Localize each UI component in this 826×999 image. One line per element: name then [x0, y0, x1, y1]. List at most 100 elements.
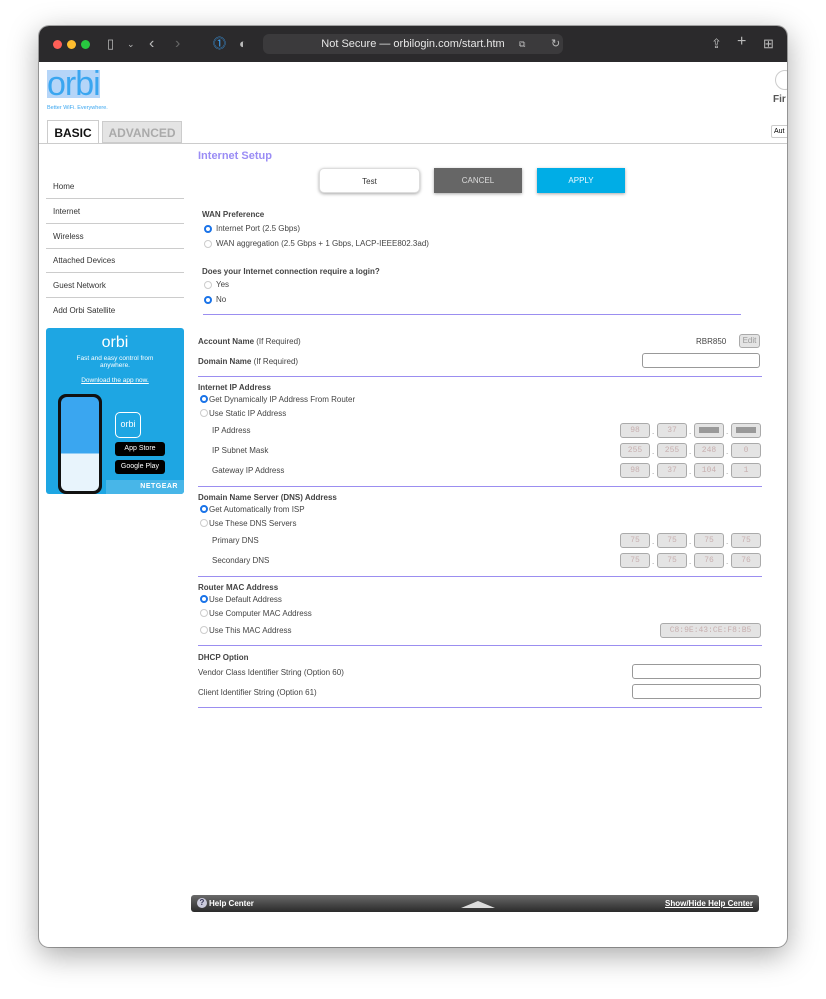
subnet-mask-octet[interactable]: 0	[731, 443, 761, 458]
octet-separator: .	[689, 467, 692, 476]
subnet-mask-octet[interactable]: 255	[620, 443, 650, 458]
close-window-button[interactable]	[53, 40, 62, 49]
sidebar-item-wireless[interactable]: Wireless	[46, 225, 184, 249]
sidebar-icon[interactable]: ▯	[107, 36, 114, 52]
orbi-app-icon: orbi	[115, 412, 141, 438]
apply-button[interactable]: APPLY	[537, 168, 625, 193]
internet-ip-title: Internet IP Address	[198, 383, 271, 392]
shield-icon[interactable]: ◐	[239, 36, 247, 52]
login-question: Does your Internet connection require a …	[202, 267, 380, 276]
secondary-dns-octet[interactable]: 75	[657, 553, 687, 568]
dns-auto-radio[interactable]	[200, 505, 208, 513]
octet-separator: .	[726, 537, 729, 546]
secondary-dns-octet[interactable]: 76	[694, 553, 724, 568]
wan-aggregation-radio[interactable]	[204, 240, 212, 248]
new-tab-icon[interactable]: +	[737, 34, 746, 50]
mac-address-input[interactable]: C8:9E:43:CE:F8:B5	[660, 623, 761, 638]
dns-auto-label: Get Automatically from ISP	[209, 505, 305, 514]
translate-icon[interactable]: ⧉	[519, 36, 525, 52]
sidebar-item-guest-network[interactable]: Guest Network	[46, 274, 184, 298]
subnet-mask-octet[interactable]: 248	[694, 443, 724, 458]
cancel-button[interactable]: CANCEL	[434, 168, 522, 193]
client-id-input[interactable]	[632, 684, 761, 699]
tab-advanced[interactable]: ADVANCED	[102, 121, 182, 143]
ip-dynamic-label: Get Dynamically IP Address From Router	[209, 395, 356, 404]
promo-text: Fast and easy control from anywhere.	[76, 355, 154, 369]
secondary-dns-octet[interactable]: 76	[731, 553, 761, 568]
ip-address-octet[interactable]: 37	[657, 423, 687, 438]
ip-dynamic-radio[interactable]	[200, 395, 208, 403]
password-manager-icon[interactable]: ⓵	[213, 36, 226, 52]
divider	[198, 576, 762, 577]
phone-image	[58, 394, 102, 494]
dns-manual-label: Use These DNS Servers	[209, 519, 297, 528]
expand-arrow-icon[interactable]	[461, 901, 495, 908]
divider	[198, 707, 762, 708]
ip-static-radio[interactable]	[200, 409, 208, 417]
secondary-dns-octet[interactable]: 75	[620, 553, 650, 568]
test-button[interactable]: Test	[319, 168, 420, 193]
login-yes-radio[interactable]	[204, 281, 212, 289]
octet-separator: .	[689, 427, 692, 436]
gateway-octet[interactable]: 37	[657, 463, 687, 478]
mac-computer-radio[interactable]	[200, 609, 208, 617]
header-divider	[39, 143, 787, 144]
back-icon[interactable]: ‹	[149, 36, 154, 52]
octet-separator: .	[689, 447, 692, 456]
sidebar-item-attached-devices[interactable]: Attached Devices	[46, 249, 184, 273]
tab-basic[interactable]: BASIC	[47, 120, 99, 144]
cut-off-button[interactable]: Aut	[771, 125, 787, 138]
minimize-window-button[interactable]	[67, 40, 76, 49]
maximize-window-button[interactable]	[81, 40, 90, 49]
forward-icon[interactable]: ›	[175, 36, 180, 52]
mac-default-label: Use Default Address	[209, 595, 282, 604]
tab-overview-icon[interactable]: ⊞	[763, 36, 774, 52]
gateway-octet[interactable]: 104	[694, 463, 724, 478]
wan-internet-port-radio[interactable]	[204, 225, 212, 233]
login-no-radio[interactable]	[204, 296, 212, 304]
vendor-class-input[interactable]	[632, 664, 761, 679]
primary-dns-octet[interactable]: 75	[694, 533, 724, 548]
app-promo-banner[interactable]: orbi Fast and easy control from anywhere…	[46, 328, 184, 494]
sidebar-item-home[interactable]: Home	[46, 175, 184, 199]
dhcp-title: DHCP Option	[198, 653, 249, 662]
dns-manual-radio[interactable]	[200, 519, 208, 527]
octet-separator: .	[652, 447, 655, 456]
share-icon[interactable]: ⇪	[711, 36, 722, 52]
tagline: Better WiFi. Everywhere.	[47, 105, 108, 111]
secondary-dns-label: Secondary DNS	[212, 556, 270, 565]
netgear-logo: NETGEAR	[106, 480, 184, 494]
mac-default-radio[interactable]	[200, 595, 208, 603]
toggle-help-center-link[interactable]: Show/Hide Help Center	[665, 899, 753, 908]
dns-title: Domain Name Server (DNS) Address	[198, 493, 337, 502]
reload-icon[interactable]: ↻	[551, 36, 560, 52]
primary-dns-octet[interactable]: 75	[731, 533, 761, 548]
gateway-octet[interactable]: 98	[620, 463, 650, 478]
toggle-knob[interactable]	[775, 70, 787, 90]
ip-static-label: Use Static IP Address	[209, 409, 287, 418]
account-name-value: RBR850	[696, 337, 727, 346]
divider	[203, 314, 741, 315]
ip-address-octet[interactable]: 98	[620, 423, 650, 438]
octet-separator: .	[726, 427, 729, 436]
subnet-mask-octet[interactable]: 255	[657, 443, 687, 458]
primary-dns-octet[interactable]: 75	[657, 533, 687, 548]
sidebar-item-add-satellite[interactable]: Add Orbi Satellite	[46, 299, 184, 323]
mac-custom-radio[interactable]	[200, 626, 208, 634]
address-bar[interactable]: Not Secure — orbilogin.com/start.htm	[263, 34, 563, 54]
edit-account-button[interactable]: Edit	[739, 334, 760, 348]
wan-option-label: WAN aggregation (2.5 Gbps + 1 Gbps, LACP…	[216, 239, 429, 248]
domain-name-label: Domain Name (If Required)	[198, 357, 299, 366]
chevron-down-icon[interactable]: ⌄	[127, 36, 135, 52]
download-app-link[interactable]: Download the app now.	[46, 377, 184, 384]
primary-dns-octet[interactable]: 75	[620, 533, 650, 548]
divider	[198, 486, 762, 487]
app-store-badge[interactable]: App Store	[115, 442, 165, 456]
gateway-octet[interactable]: 1	[731, 463, 761, 478]
ip-address-octet-redacted[interactable]	[694, 423, 724, 438]
ip-address-octet-redacted[interactable]	[731, 423, 761, 438]
google-play-badge[interactable]: Google Play	[115, 460, 165, 474]
sidebar-item-internet[interactable]: Internet	[46, 200, 184, 224]
vendor-class-label: Vendor Class Identifier String (Option 6…	[198, 668, 344, 677]
domain-name-input[interactable]	[642, 353, 760, 368]
